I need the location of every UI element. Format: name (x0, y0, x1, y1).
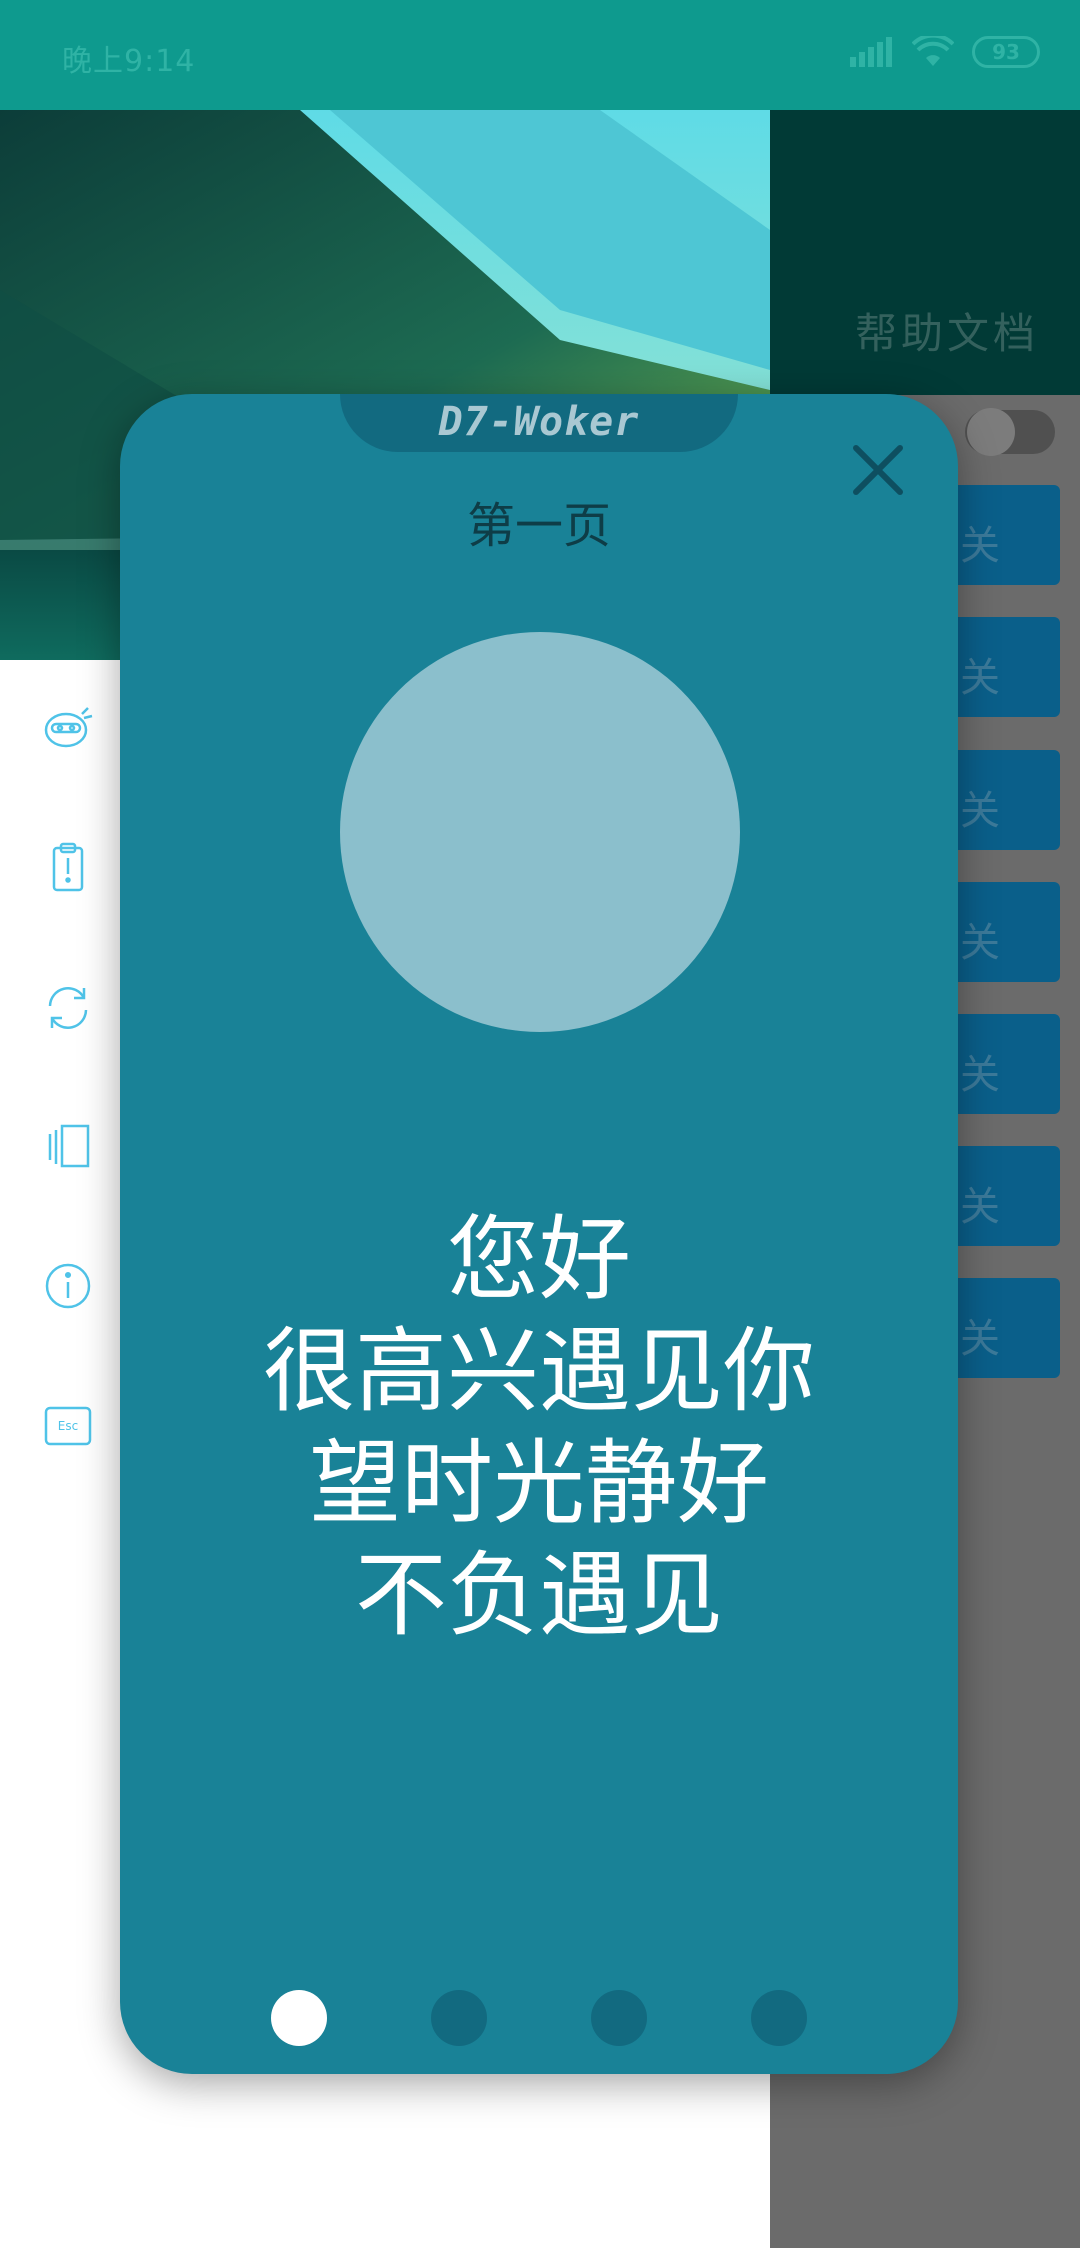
battery-indicator: 93 (972, 36, 1040, 68)
side-button-4[interactable]: 关 (940, 882, 1060, 982)
welcome-dialog: D7-Woker 第一页 您好 很高兴遇见你 望时光静好 不负遇见 (120, 394, 958, 2074)
greeting-line-3: 望时光静好 (308, 1430, 769, 1537)
refresh-icon[interactable] (42, 982, 94, 1034)
drawer-footer (0, 2116, 770, 2248)
side-button-6[interactable]: 关 (940, 1146, 1060, 1246)
side-button-2[interactable]: 关 (940, 617, 1060, 717)
side-button-1[interactable]: 关 (940, 485, 1060, 585)
page-dot-3[interactable] (591, 1990, 647, 2046)
side-button-7[interactable]: 关 (940, 1278, 1060, 1378)
help-docs-label[interactable]: 帮助文档 (855, 300, 1039, 361)
esc-icon[interactable]: Esc (42, 1400, 94, 1452)
status-icons: 93 (850, 36, 1040, 68)
greeting-line-1: 您好 (446, 1206, 631, 1313)
page-title: 第一页 (466, 498, 611, 554)
signal-icon (850, 37, 892, 67)
wifi-icon (912, 36, 954, 66)
side-button-3[interactable]: 关 (940, 750, 1060, 850)
page-dot-1[interactable] (271, 1990, 327, 2046)
greeting-text: 您好 很高兴遇见你 望时光静好 不负遇见 (120, 1204, 958, 1652)
toggle-knob (967, 408, 1015, 456)
right-header: 帮助文档 (770, 110, 1080, 395)
alert-clipboard-icon[interactable] (42, 842, 94, 894)
svg-text:Esc: Esc (58, 1419, 78, 1433)
greeting-line-4: 不负遇见 (354, 1542, 723, 1649)
status-time: 晚上9:14 (62, 44, 196, 79)
ninja-icon[interactable] (42, 702, 94, 754)
toggle-switch[interactable] (965, 408, 1055, 456)
info-icon[interactable] (42, 1260, 94, 1312)
side-button-5[interactable]: 关 (940, 1014, 1060, 1114)
brand-label: D7-Woker (438, 399, 640, 445)
page-dot-4[interactable] (751, 1990, 807, 2046)
page-dot-2[interactable] (431, 1990, 487, 2046)
pages-icon[interactable] (42, 1120, 94, 1172)
status-bar: 晚上9:14 93 (0, 0, 1080, 110)
greeting-line-2: 很高兴遇见你 (262, 1318, 815, 1425)
avatar-placeholder (340, 632, 740, 1032)
dialog-notch: D7-Woker (340, 394, 738, 452)
page-indicator (120, 1990, 958, 2046)
